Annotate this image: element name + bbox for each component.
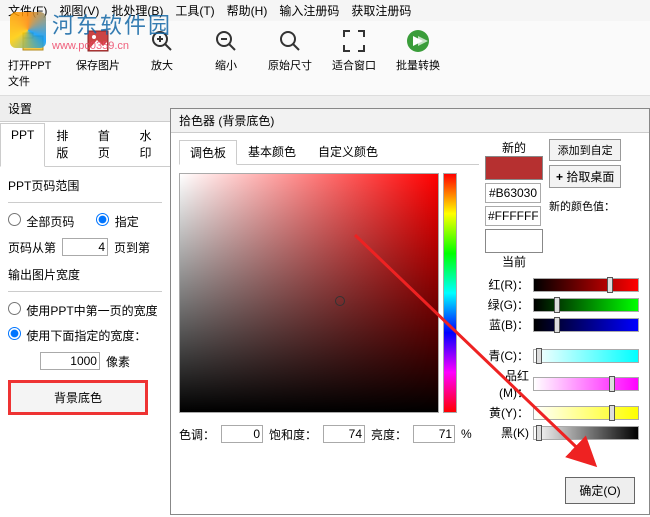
red-slider[interactable] xyxy=(533,278,639,292)
zoom-out-icon xyxy=(212,27,240,55)
sat-label: 饱和度： xyxy=(269,426,317,443)
ok-button[interactable]: 确定(O) xyxy=(565,477,635,504)
light-input[interactable] xyxy=(413,425,455,443)
page-to-label: 页到第 xyxy=(114,239,150,256)
settings-panel: PPT 排版 首页 水印 PPT页码范围 全部页码 指定 页码从第 页到第 输出… xyxy=(0,122,170,425)
gradient-crosshair[interactable] xyxy=(335,296,345,306)
hue-bar[interactable] xyxy=(443,173,457,413)
blue-label: 蓝(B)： xyxy=(485,316,529,333)
menu-tool[interactable]: 工具(T) xyxy=(175,2,214,19)
tab-layout[interactable]: 排版 xyxy=(45,122,87,166)
output-width-title: 输出图片宽度 xyxy=(8,266,162,283)
new-color-value-label: 新的颜色值： xyxy=(549,198,621,214)
background-color-button[interactable]: 背景底色 xyxy=(8,380,148,415)
radio-use-first-width[interactable]: 使用PPT中第一页的宽度 xyxy=(8,302,158,319)
watermark-text: 河东软件园 xyxy=(52,8,172,40)
save-image-label: 保存图片 xyxy=(76,57,120,73)
watermark-logo-icon xyxy=(10,12,46,48)
batch-convert-icon xyxy=(404,27,432,55)
color-picker-dialog: 拾色器 (背景底色) 调色板 基本颜色 自定义颜色 色调： 饱和度： 亮度： xyxy=(170,108,650,515)
menu-get-reg[interactable]: 获取注册码 xyxy=(351,2,411,19)
original-size-label: 原始尺寸 xyxy=(268,57,312,73)
tab-watermark[interactable]: 水印 xyxy=(128,122,170,166)
hue-input[interactable] xyxy=(221,425,263,443)
green-slider[interactable] xyxy=(533,298,639,312)
blue-slider[interactable] xyxy=(533,318,639,332)
pct-label: % xyxy=(461,427,472,441)
cyan-slider[interactable] xyxy=(533,349,639,363)
picker-tab-custom[interactable]: 自定义颜色 xyxy=(307,139,389,164)
tab-home[interactable]: 首页 xyxy=(87,122,129,166)
color-gradient[interactable] xyxy=(179,173,439,413)
original-size-button[interactable]: 原始尺寸 xyxy=(262,25,318,91)
cyan-label: 青(C)： xyxy=(485,347,529,364)
zoom-out-label: 缩小 xyxy=(215,57,237,73)
fit-window-icon xyxy=(340,27,368,55)
radio-all-pages[interactable]: 全部页码 xyxy=(8,213,74,230)
hue-label: 色调： xyxy=(179,426,215,443)
menu-enter-reg[interactable]: 输入注册码 xyxy=(279,2,339,19)
black-slider[interactable] xyxy=(533,426,639,440)
magenta-label: 品红(M)： xyxy=(485,367,529,401)
yellow-slider[interactable] xyxy=(533,406,639,420)
black-label: 黑(K) xyxy=(485,424,529,441)
radio-specify-pages[interactable]: 指定 xyxy=(96,213,138,230)
picker-tab-basic[interactable]: 基本颜色 xyxy=(237,139,307,164)
watermark-url: www.pc0359.cn xyxy=(52,40,172,52)
batch-convert-label: 批量转换 xyxy=(396,57,440,73)
settings-tabs: PPT 排版 首页 水印 xyxy=(0,122,170,167)
fit-window-button[interactable]: 适合窗口 xyxy=(326,25,382,91)
zoom-in-label: 放大 xyxy=(151,57,173,73)
current-color-label: 当前 xyxy=(485,253,543,270)
new-color-label: 新的 xyxy=(485,139,543,156)
hex-current-input[interactable] xyxy=(485,206,541,226)
menu-help[interactable]: 帮助(H) xyxy=(227,2,268,19)
batch-convert-button[interactable]: 批量转换 xyxy=(390,25,446,91)
red-label: 红(R)： xyxy=(485,276,529,293)
color-picker-title: 拾色器 (背景底色) xyxy=(171,109,649,133)
pick-screen-button[interactable]: + 拾取桌面 xyxy=(549,165,621,188)
light-label: 亮度： xyxy=(371,426,407,443)
hex-new-input[interactable] xyxy=(485,183,541,203)
new-color-swatch xyxy=(485,156,543,180)
yellow-label: 黄(Y)： xyxy=(485,404,529,421)
add-to-custom-button[interactable]: 添加到自定 xyxy=(549,139,621,161)
zoom-out-button[interactable]: 缩小 xyxy=(198,25,254,91)
page-from-label: 页码从第 xyxy=(8,239,56,256)
page-range-title: PPT页码范围 xyxy=(8,177,162,194)
tab-ppt[interactable]: PPT xyxy=(0,123,45,167)
width-input[interactable] xyxy=(40,352,100,370)
current-color-swatch xyxy=(485,229,543,253)
original-size-icon xyxy=(276,27,304,55)
fit-window-label: 适合窗口 xyxy=(332,57,376,73)
width-unit: 像素 xyxy=(106,353,130,370)
radio-use-specified-width[interactable]: 使用下面指定的宽度： xyxy=(8,327,146,344)
watermark: 河东软件园 www.pc0359.cn xyxy=(10,8,172,52)
page-from-input[interactable] xyxy=(62,238,108,256)
open-ppt-label: 打开PPT文件 xyxy=(8,57,60,89)
green-label: 绿(G)： xyxy=(485,296,529,313)
magenta-slider[interactable] xyxy=(533,377,639,391)
picker-tab-palette[interactable]: 调色板 xyxy=(179,140,237,165)
sat-input[interactable] xyxy=(323,425,365,443)
